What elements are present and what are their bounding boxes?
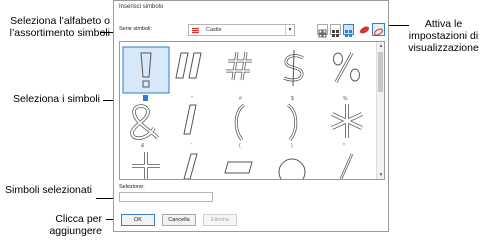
symbol-cell[interactable] bbox=[175, 52, 202, 79]
view-large-button[interactable] bbox=[343, 24, 354, 37]
callout-click-to-add: Clicca per aggiungere bbox=[49, 213, 102, 237]
cancel-button[interactable]: Cancella bbox=[162, 214, 196, 226]
callout-display-settings: Attiva le impostazioni di visualizzazion… bbox=[408, 18, 479, 54]
symbol-cell[interactable] bbox=[130, 104, 160, 140]
view-medium-button[interactable] bbox=[330, 24, 341, 37]
scroll-down-icon[interactable]: ▼ bbox=[377, 171, 384, 179]
symbol-caption: ) bbox=[291, 143, 293, 149]
grid-small-icon bbox=[318, 29, 327, 38]
symbol-cell[interactable] bbox=[183, 153, 198, 179]
callout-select-symbols: Seleziona i simboli bbox=[13, 93, 100, 105]
outline-mode-button[interactable] bbox=[372, 23, 385, 36]
font-select[interactable]: Castle ▼ bbox=[188, 24, 295, 36]
grid-large-icon bbox=[345, 30, 352, 37]
scroll-up-icon[interactable]: ▲ bbox=[377, 42, 384, 50]
symbol-grid-scrollbar[interactable]: ▲ ▼ bbox=[376, 42, 384, 179]
symbol-cell[interactable] bbox=[226, 51, 252, 81]
symbol-caption: & bbox=[141, 143, 145, 149]
symbol-cell[interactable] bbox=[331, 104, 363, 138]
symbol-cell[interactable] bbox=[333, 52, 360, 83]
symbol-caption: $ bbox=[291, 96, 294, 102]
fill-mode-button[interactable] bbox=[358, 23, 371, 36]
font-label: Serie simboli: bbox=[119, 26, 153, 32]
dialog-title: Inserisci simbolo bbox=[119, 4, 164, 10]
symbol-cell[interactable] bbox=[183, 104, 197, 135]
view-small-button[interactable] bbox=[317, 24, 328, 38]
symbol-cell[interactable] bbox=[132, 152, 160, 179]
symbol-cell[interactable] bbox=[286, 103, 298, 141]
callout-selected-symbols: Simboli selezionati bbox=[5, 184, 92, 196]
outline-icon bbox=[374, 28, 383, 36]
chevron-down-icon[interactable]: ▼ bbox=[285, 25, 294, 35]
symbol-grid[interactable]: " # $ % & ' () * ▲ ▼ bbox=[119, 41, 385, 180]
symbol-cell[interactable] bbox=[278, 158, 306, 179]
symbol-caption: # bbox=[239, 96, 242, 102]
fill-icon bbox=[359, 26, 370, 34]
symbol-caption: % bbox=[343, 96, 348, 102]
selection-label: Selezione: bbox=[119, 184, 145, 190]
symbol-caption: * bbox=[343, 143, 345, 149]
selection-field[interactable] bbox=[119, 192, 213, 202]
font-value: Castle bbox=[206, 27, 222, 33]
symbol-cell[interactable] bbox=[122, 46, 170, 94]
symbol-caption: ( bbox=[239, 143, 241, 149]
symbol-cell[interactable] bbox=[283, 49, 304, 87]
insert-symbol-dialog: Inserisci simbolo Serie simboli: Castle … bbox=[113, 0, 389, 232]
clear-button[interactable]: Elimina bbox=[203, 214, 237, 226]
symbol-caption: " bbox=[191, 96, 193, 102]
symbol-cell[interactable] bbox=[339, 153, 354, 179]
symbol-cell[interactable] bbox=[234, 103, 246, 141]
symbol-cell[interactable] bbox=[224, 161, 253, 174]
grid-medium-icon bbox=[332, 30, 339, 37]
callout-select-alphabet: Seleziona l’alfabeto o l’assortimento si… bbox=[9, 15, 110, 39]
scroll-thumb[interactable] bbox=[378, 52, 383, 92]
font-type-icon bbox=[192, 27, 199, 34]
symbol-grid-canvas: " # $ % & ' () * bbox=[122, 46, 363, 179]
symbol-caption: ' bbox=[191, 143, 192, 149]
ok-button[interactable]: OK bbox=[121, 214, 155, 226]
